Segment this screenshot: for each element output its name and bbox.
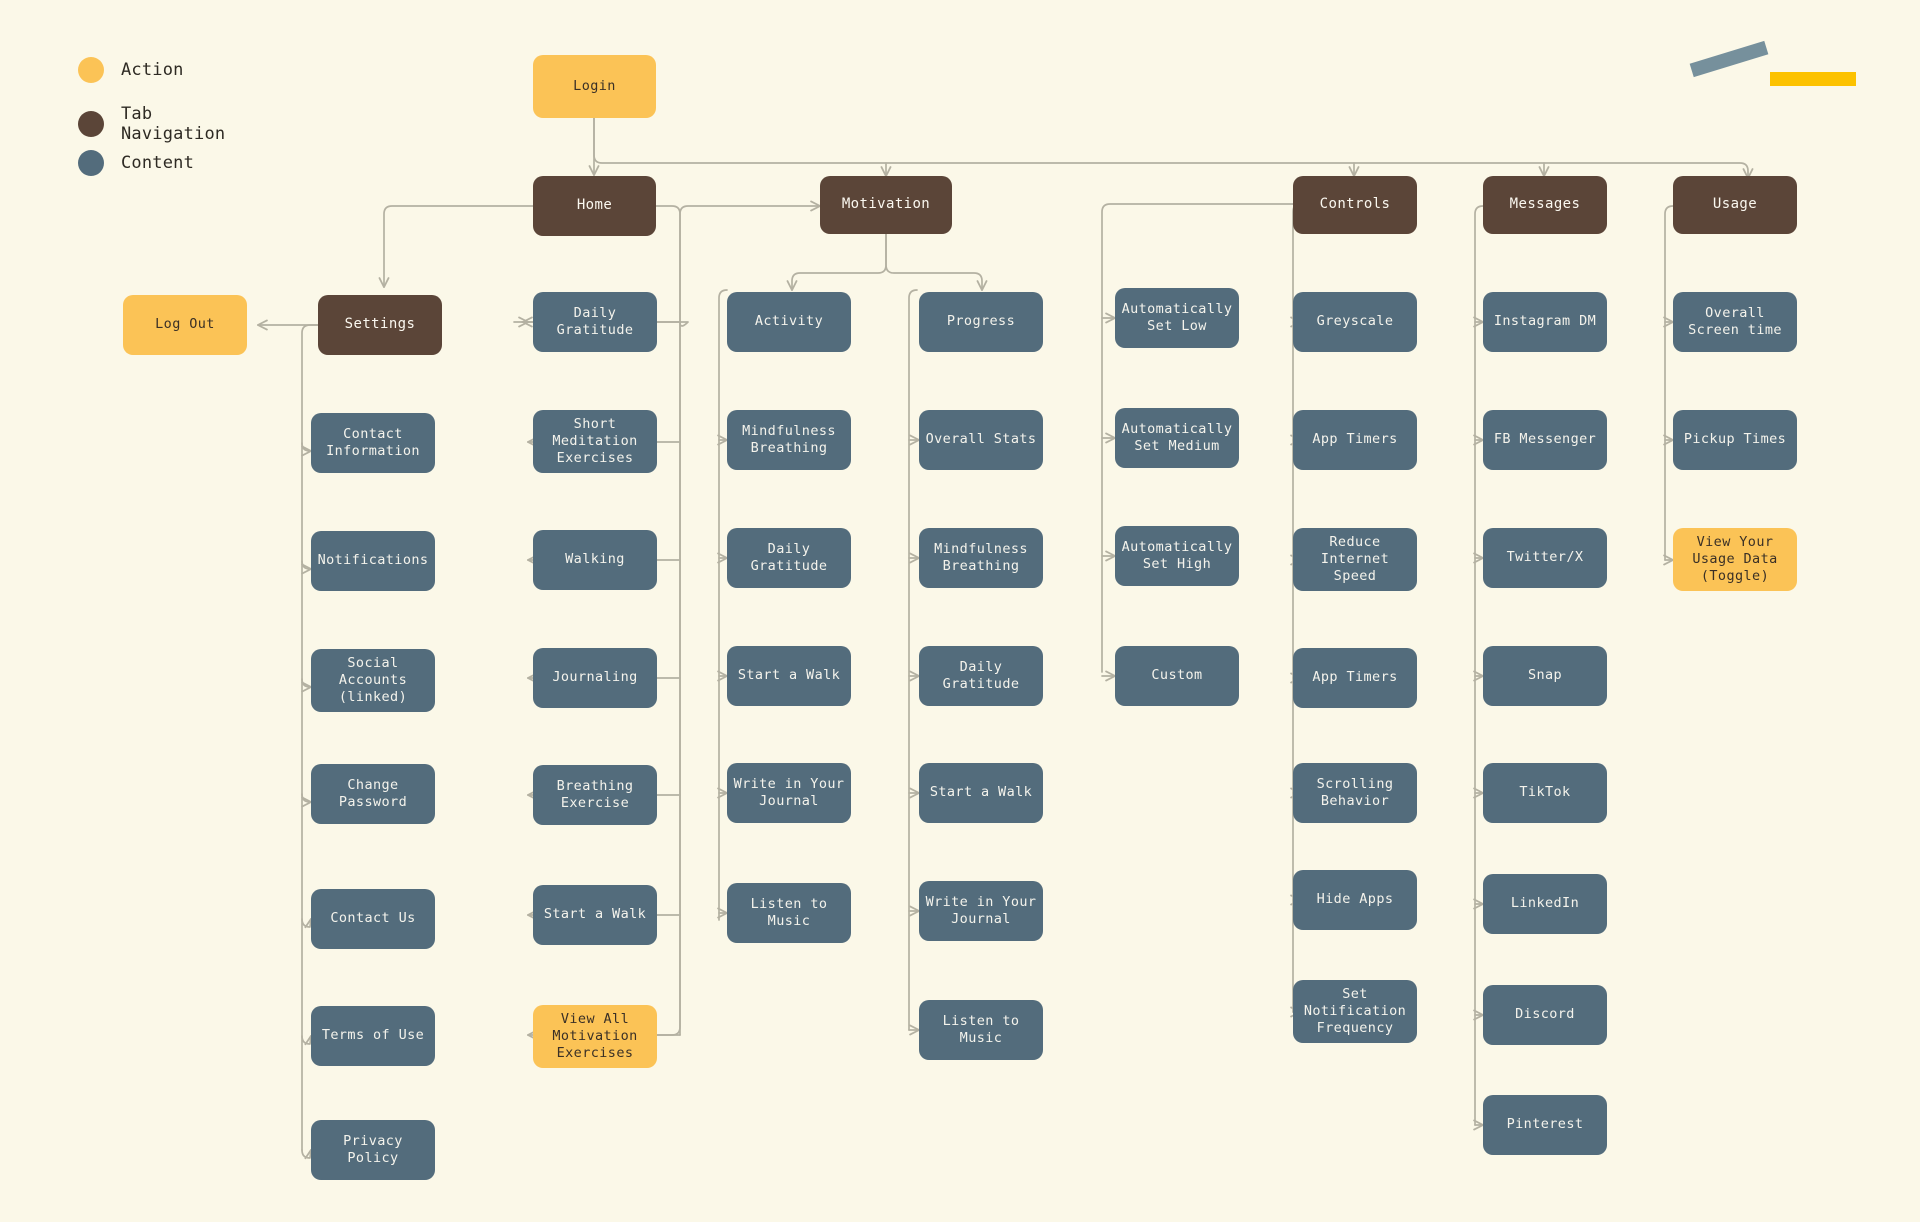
node-settings-terms-of-use[interactable]: Terms of Use bbox=[311, 1006, 435, 1066]
node-controls-app-timers-2[interactable]: App Timers bbox=[1293, 648, 1417, 708]
sitemap-canvas: Action Tab Navigation Content Login Home… bbox=[0, 0, 1920, 1222]
node-messages[interactable]: Messages bbox=[1483, 176, 1607, 234]
node-settings-contact-information[interactable]: Contact Information bbox=[311, 413, 435, 473]
node-controls-automatically-set-medium[interactable]: Automatically Set Medium bbox=[1115, 408, 1239, 468]
legend-item-content: Content bbox=[78, 150, 194, 176]
node-controls-set-notification-frequency[interactable]: Set Notification Frequency bbox=[1293, 980, 1417, 1043]
node-activity-daily-gratitude[interactable]: Daily Gratitude bbox=[727, 528, 851, 588]
node-home-start-a-walk[interactable]: Start a Walk bbox=[533, 885, 657, 945]
node-messages-discord[interactable]: Discord bbox=[1483, 985, 1607, 1045]
node-messages-linkedin[interactable]: LinkedIn bbox=[1483, 874, 1607, 934]
node-settings-privacy-policy[interactable]: Privacy Policy bbox=[311, 1120, 435, 1180]
node-home-short-meditation-exercises[interactable]: Short Meditation Exercises bbox=[533, 410, 657, 473]
node-messages-tiktok[interactable]: TikTok bbox=[1483, 763, 1607, 823]
node-settings[interactable]: Settings bbox=[318, 295, 442, 355]
legend-item-tab-navigation: Tab Navigation bbox=[78, 104, 225, 144]
node-activity-listen-to-music[interactable]: Listen to Music bbox=[727, 883, 851, 943]
node-home-journaling[interactable]: Journaling bbox=[533, 648, 657, 708]
node-progress-overall-stats[interactable]: Overall Stats bbox=[919, 410, 1043, 470]
node-progress-daily-gratitude[interactable]: Daily Gratitude bbox=[919, 646, 1043, 706]
node-usage-pickup-times[interactable]: Pickup Times bbox=[1673, 410, 1797, 470]
node-home-daily-gratitude[interactable]: Daily Gratitude bbox=[533, 292, 657, 352]
node-messages-twitter-x[interactable]: Twitter/X bbox=[1483, 528, 1607, 588]
node-progress-start-a-walk[interactable]: Start a Walk bbox=[919, 763, 1043, 823]
node-activity-mindfulness-breathing[interactable]: Mindfulness Breathing bbox=[727, 410, 851, 470]
node-controls-custom[interactable]: Custom bbox=[1115, 646, 1239, 706]
node-usage-view-your-usage-data-toggle[interactable]: View Your Usage Data (Toggle) bbox=[1673, 528, 1797, 591]
legend-item-action: Action bbox=[78, 57, 184, 83]
node-usage-overall-screen-time[interactable]: Overall Screen time bbox=[1673, 292, 1797, 352]
node-home-view-all-motivation-exercises[interactable]: View All Motivation Exercises bbox=[533, 1005, 657, 1068]
node-controls[interactable]: Controls bbox=[1293, 176, 1417, 234]
node-progress-listen-to-music[interactable]: Listen to Music bbox=[919, 1000, 1043, 1060]
legend-swatch-tab-navigation bbox=[78, 111, 104, 137]
legend-label-tab-navigation: Tab Navigation bbox=[121, 104, 226, 144]
node-settings-contact-us[interactable]: Contact Us bbox=[311, 889, 435, 949]
node-activity-write-in-your-journal[interactable]: Write in Your Journal bbox=[727, 763, 851, 823]
node-controls-automatically-set-low[interactable]: Automatically Set Low bbox=[1115, 288, 1239, 348]
node-progress[interactable]: Progress bbox=[919, 292, 1043, 352]
legend-swatch-content bbox=[78, 150, 104, 176]
node-controls-hide-apps[interactable]: Hide Apps bbox=[1293, 870, 1417, 930]
node-progress-write-in-your-journal[interactable]: Write in Your Journal bbox=[919, 881, 1043, 941]
node-messages-pinterest[interactable]: Pinterest bbox=[1483, 1095, 1607, 1155]
node-progress-mindfulness-breathing[interactable]: Mindfulness Breathing bbox=[919, 528, 1043, 588]
node-controls-scrolling-behavior[interactable]: Scrolling Behavior bbox=[1293, 763, 1417, 823]
decorative-slash-mark bbox=[1689, 40, 1769, 78]
node-settings-change-password[interactable]: Change Password bbox=[311, 764, 435, 824]
node-messages-instagram-dm[interactable]: Instagram DM bbox=[1483, 292, 1607, 352]
node-login[interactable]: Login bbox=[533, 55, 656, 118]
node-messages-fb-messenger[interactable]: FB Messenger bbox=[1483, 410, 1607, 470]
node-home-walking[interactable]: Walking bbox=[533, 530, 657, 590]
node-settings-notifications[interactable]: Notifications bbox=[311, 531, 435, 591]
node-activity-start-a-walk[interactable]: Start a Walk bbox=[727, 646, 851, 706]
node-home-breathing-exercise[interactable]: Breathing Exercise bbox=[533, 765, 657, 825]
node-motivation[interactable]: Motivation bbox=[820, 176, 952, 234]
node-log-out[interactable]: Log Out bbox=[123, 295, 247, 355]
node-messages-snap[interactable]: Snap bbox=[1483, 646, 1607, 706]
node-settings-social-accounts[interactable]: Social Accounts (linked) bbox=[311, 649, 435, 712]
node-activity[interactable]: Activity bbox=[727, 292, 851, 352]
node-home[interactable]: Home bbox=[533, 176, 656, 236]
node-controls-app-timers-1[interactable]: App Timers bbox=[1293, 410, 1417, 470]
node-usage[interactable]: Usage bbox=[1673, 176, 1797, 234]
decorative-bar-mark bbox=[1770, 72, 1856, 86]
legend-label-action: Action bbox=[121, 60, 184, 80]
node-controls-automatically-set-high[interactable]: Automatically Set High bbox=[1115, 526, 1239, 586]
node-controls-reduce-internet-speed[interactable]: Reduce Internet Speed bbox=[1293, 528, 1417, 591]
node-controls-greyscale[interactable]: Greyscale bbox=[1293, 292, 1417, 352]
legend-label-content: Content bbox=[121, 153, 195, 173]
legend-swatch-action bbox=[78, 57, 104, 83]
